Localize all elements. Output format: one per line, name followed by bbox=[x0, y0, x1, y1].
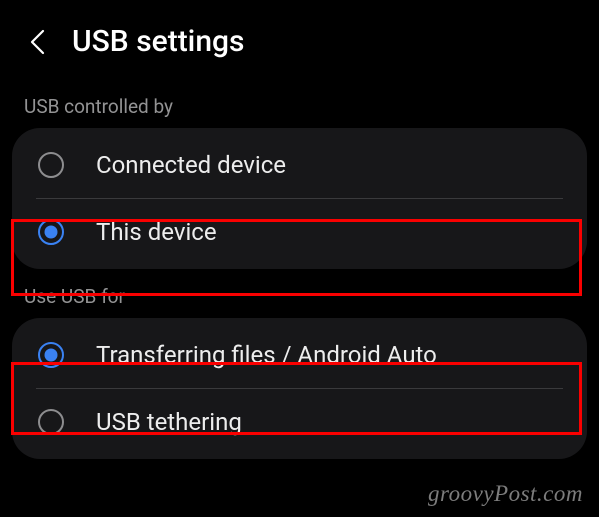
page-title: USB settings bbox=[72, 24, 244, 59]
header: USB settings bbox=[0, 0, 599, 79]
radio-checked-icon bbox=[36, 217, 66, 247]
option-label: Transferring files / Android Auto bbox=[96, 341, 437, 369]
option-transferring-files[interactable]: Transferring files / Android Auto bbox=[12, 322, 587, 388]
option-connected-device[interactable]: Connected device bbox=[12, 132, 587, 198]
option-label: USB tethering bbox=[96, 408, 242, 436]
option-usb-tethering[interactable]: USB tethering bbox=[12, 389, 587, 455]
radio-unchecked-icon bbox=[36, 150, 66, 180]
section-label-use-for: Use USB for bbox=[0, 269, 599, 318]
option-label: This device bbox=[96, 218, 217, 246]
card-controlled-by: Connected device This device bbox=[12, 128, 587, 269]
back-icon[interactable] bbox=[24, 28, 52, 56]
section-label-controlled-by: USB controlled by bbox=[0, 79, 599, 128]
watermark: groovyPost.com bbox=[428, 481, 583, 507]
radio-checked-icon bbox=[36, 340, 66, 370]
radio-unchecked-icon bbox=[36, 407, 66, 437]
option-label: Connected device bbox=[96, 151, 286, 179]
option-this-device[interactable]: This device bbox=[12, 199, 587, 265]
card-use-for: Transferring files / Android Auto USB te… bbox=[12, 318, 587, 459]
